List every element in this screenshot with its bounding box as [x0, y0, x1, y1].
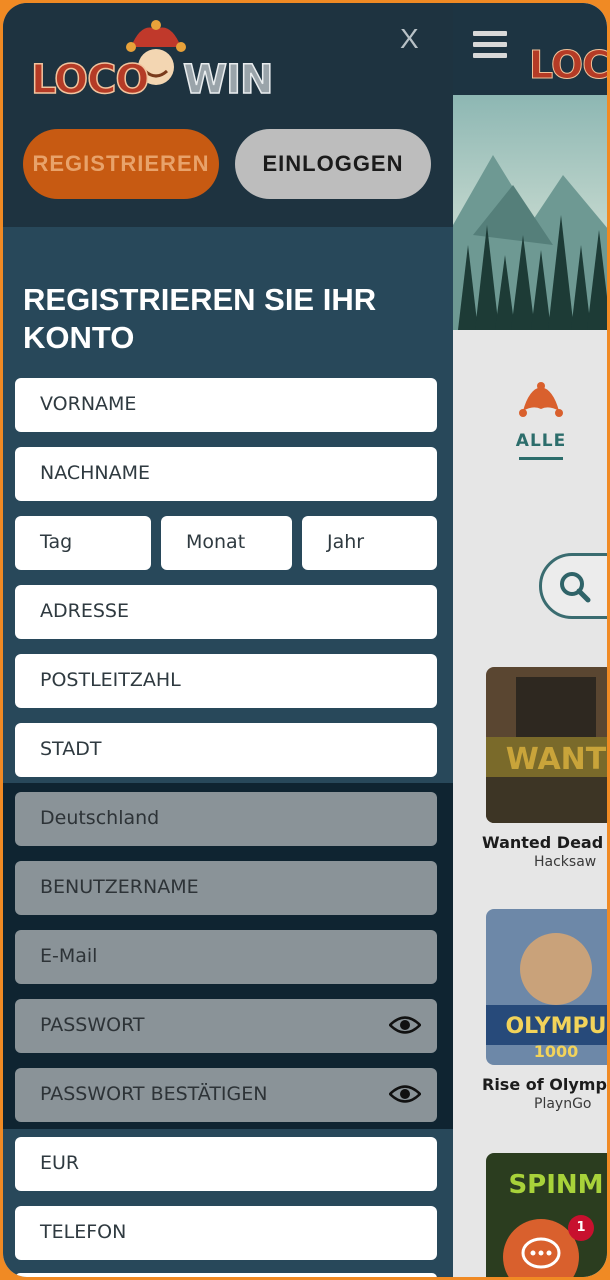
active-tab-underline: [519, 457, 563, 460]
registration-drawer: LOCO WIN X REGISTRIEREN EINLOGGEN REGIST…: [3, 3, 453, 1277]
form-title: REGISTRIEREN SIE IHR KONTO: [23, 282, 377, 355]
email-placeholder: E-Mail: [40, 945, 98, 967]
drawer-header: LOCO WIN X REGISTRIEREN EINLOGGEN: [3, 3, 453, 227]
password-field[interactable]: PASSWORT: [15, 999, 437, 1053]
password-confirm-field[interactable]: PASSWORT BESTÄTIGEN: [15, 1068, 437, 1122]
category-label: ALLE: [515, 431, 567, 451]
country-value: Deutschland: [40, 807, 160, 829]
logo-text-win: WIN: [182, 56, 274, 104]
phone-field[interactable]: TELEFON: [15, 1206, 437, 1260]
birth-month-field[interactable]: Monat: [161, 516, 292, 570]
hamburger-menu-icon[interactable]: [473, 31, 507, 59]
game-provider: PlaynGo: [534, 1096, 592, 1112]
country-select[interactable]: Deutschland: [15, 792, 437, 846]
city-field[interactable]: STADT: [15, 723, 437, 777]
first-name-placeholder: VORNAME: [40, 393, 137, 415]
game-thumbnail[interactable]: WANT: [486, 667, 607, 823]
background-header: LOCO: [453, 3, 607, 95]
svg-text:SPINM: SPINM: [508, 1170, 603, 1200]
postal-code-field[interactable]: POSTLEITZAHL: [15, 654, 437, 708]
year-placeholder: Jahr: [327, 531, 365, 553]
username-field[interactable]: BENUTZERNAME: [15, 861, 437, 915]
first-name-field[interactable]: VORNAME: [15, 378, 437, 432]
locowin-logo[interactable]: LOCO WIN: [30, 20, 274, 104]
svg-text:1000: 1000: [534, 1042, 579, 1061]
svg-text:WANT: WANT: [506, 742, 607, 777]
birth-year-field[interactable]: Jahr: [302, 516, 437, 570]
search-icon: [560, 572, 591, 603]
category-tab-all[interactable]: ALLE: [503, 381, 579, 460]
game-title: Rise of Olympu: [482, 1075, 607, 1094]
game-card[interactable]: OLYMPU 1000 Rise of Olympu PlaynGo: [482, 909, 607, 1112]
address-placeholder: ADRESSE: [40, 600, 129, 622]
month-placeholder: Monat: [186, 531, 246, 553]
logo-text-loco: LOCO: [30, 56, 150, 104]
postal-code-placeholder: POSTLEITZAHL: [40, 669, 181, 691]
last-name-placeholder: NACHNAME: [40, 462, 151, 484]
eye-icon[interactable]: [389, 1083, 421, 1105]
city-placeholder: STADT: [40, 738, 102, 760]
birth-day-field[interactable]: Tag: [15, 516, 151, 570]
day-placeholder: Tag: [40, 531, 73, 553]
svg-text:OLYMPU: OLYMPU: [505, 1014, 606, 1039]
mountain-forest-image: [453, 155, 607, 330]
notification-badge: 1: [568, 1215, 594, 1241]
address-field[interactable]: ADRESSE: [15, 585, 437, 639]
username-placeholder: BENUTZERNAME: [40, 876, 199, 898]
game-provider: Hacksaw: [534, 854, 597, 870]
register-button[interactable]: REGISTRIEREN: [23, 129, 219, 199]
background-logo[interactable]: LOCO: [528, 43, 607, 88]
password-confirm-placeholder: PASSWORT BESTÄTIGEN: [40, 1083, 268, 1105]
currency-value: EUR: [40, 1152, 80, 1174]
jester-hat-icon: [519, 382, 563, 417]
eye-icon[interactable]: [389, 1014, 421, 1036]
hero-banner[interactable]: [453, 95, 607, 330]
next-field-partial[interactable]: [15, 1273, 437, 1277]
game-card[interactable]: WANT Wanted Dead o Hacksaw: [482, 667, 607, 870]
game-title: Wanted Dead o: [482, 833, 607, 852]
email-field[interactable]: E-Mail: [15, 930, 437, 984]
password-placeholder: PASSWORT: [40, 1014, 145, 1036]
last-name-field[interactable]: NACHNAME: [15, 447, 437, 501]
game-thumbnail[interactable]: OLYMPU 1000: [486, 909, 607, 1065]
game-search-box[interactable]: [539, 553, 607, 619]
app-frame: LOCO: [3, 3, 607, 1277]
close-icon[interactable]: X: [400, 23, 419, 55]
phone-placeholder: TELEFON: [40, 1221, 127, 1243]
login-button[interactable]: EINLOGGEN: [235, 129, 431, 199]
currency-select[interactable]: EUR: [15, 1137, 437, 1191]
background-page: LOCO: [453, 3, 607, 1277]
